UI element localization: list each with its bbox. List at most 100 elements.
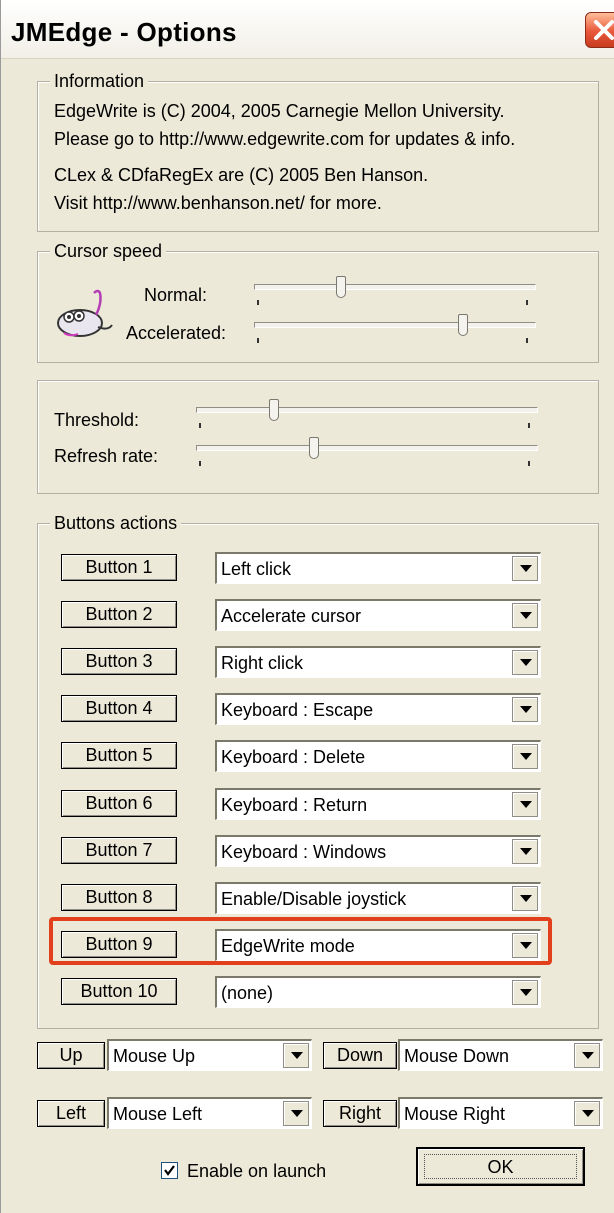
chevron-down-icon — [520, 753, 532, 760]
action-select-value: Right click — [221, 653, 304, 673]
refresh-rate-slider[interactable] — [196, 437, 538, 477]
left-select-value: Mouse Left — [113, 1104, 203, 1124]
chevron-down-icon — [582, 1110, 594, 1117]
chevron-down-icon — [520, 801, 532, 808]
accelerated-label: Accelerated: — [126, 323, 227, 343]
button-4-action-select[interactable]: Keyboard : Escape — [215, 693, 541, 725]
button-1-action-select[interactable]: Left click — [215, 552, 541, 584]
up-select[interactable]: Mouse Up — [107, 1039, 312, 1071]
button-3-action-select[interactable]: Right click — [215, 646, 541, 678]
dropdown-arrow[interactable] — [512, 603, 538, 628]
cursor-speed-legend: Cursor speed — [50, 240, 167, 262]
button-1-label-button[interactable]: Button 1 — [61, 554, 177, 581]
dropdown-arrow[interactable] — [512, 556, 538, 581]
title-bar[interactable]: JMEdge - Options — [1, 0, 614, 59]
info-line-3: CLex & CDfaRegEx are (C) 2005 Ben Hanson… — [54, 165, 429, 185]
chevron-down-icon — [520, 659, 532, 666]
slider-tick — [526, 338, 528, 343]
slider-tick — [199, 423, 201, 428]
cursor-speed-group: Cursor speed Normal: Accelerated: — [37, 240, 599, 363]
highlight-box — [49, 917, 552, 965]
action-select-value: Keyboard : Delete — [221, 747, 366, 767]
chevron-down-icon — [291, 1052, 303, 1059]
slider-track — [254, 284, 536, 290]
slider-thumb[interactable] — [269, 399, 279, 421]
mouse-icon — [52, 287, 116, 343]
up-select-value: Mouse Up — [113, 1046, 196, 1066]
information-group: Information EdgeWrite is (C) 2004, 2005 … — [37, 70, 599, 232]
checkmark-icon — [164, 1165, 175, 1176]
slider-track — [196, 445, 538, 451]
button-2-action-select[interactable]: Accelerate cursor — [215, 599, 541, 631]
chevron-down-icon — [520, 848, 532, 855]
info-line-4: Visit http://www.benhanson.net/ for more… — [54, 193, 382, 213]
dropdown-arrow[interactable] — [512, 650, 538, 675]
action-select-value: Keyboard : Return — [221, 795, 368, 815]
left-dropdown-arrow[interactable] — [283, 1101, 309, 1126]
ok-button-label: OK — [424, 1154, 577, 1179]
button-6-action-select[interactable]: Keyboard : Return — [215, 788, 541, 820]
button-3-label-button[interactable]: Button 3 — [61, 648, 177, 675]
down-button[interactable]: Down — [323, 1042, 397, 1069]
window-title: JMEdge - Options — [11, 17, 237, 47]
right-dropdown-arrow[interactable] — [574, 1101, 600, 1126]
dropdown-arrow[interactable] — [512, 697, 538, 722]
enable-on-launch-label[interactable]: Enable on launch — [187, 1160, 326, 1182]
chevron-down-icon — [582, 1052, 594, 1059]
threshold-group: Threshold: Refresh rate: — [37, 380, 599, 494]
action-select-value: Accelerate cursor — [221, 606, 362, 626]
up-dropdown-arrow[interactable] — [283, 1043, 309, 1068]
button-5-action-select[interactable]: Keyboard : Delete — [215, 740, 541, 772]
dropdown-arrow[interactable] — [512, 744, 538, 769]
slider-tick — [528, 461, 530, 466]
button-8-label-button[interactable]: Button 8 — [61, 884, 177, 911]
chevron-down-icon — [520, 989, 532, 996]
left-select[interactable]: Mouse Left — [107, 1097, 312, 1129]
button-7-action-select[interactable]: Keyboard : Windows — [215, 835, 541, 867]
accelerated-slider[interactable] — [254, 314, 536, 354]
dropdown-arrow[interactable] — [512, 980, 538, 1005]
button-2-label-button[interactable]: Button 2 — [61, 601, 177, 628]
action-select-value: Left click — [221, 559, 292, 579]
dropdown-arrow[interactable] — [512, 839, 538, 864]
left-button[interactable]: Left — [37, 1100, 105, 1127]
close-button[interactable] — [585, 12, 614, 48]
slider-tick — [526, 300, 528, 305]
right-button[interactable]: Right — [323, 1100, 397, 1127]
slider-tick — [528, 423, 530, 428]
options-window: JMEdge - Options Information EdgeWrite i… — [0, 0, 614, 1213]
buttons-actions-legend: Buttons actions — [50, 512, 182, 534]
right-select[interactable]: Mouse Right — [398, 1097, 603, 1129]
ok-button[interactable]: OK — [417, 1148, 584, 1185]
chevron-down-icon — [520, 895, 532, 902]
slider-tick — [257, 300, 259, 305]
slider-thumb[interactable] — [336, 276, 346, 298]
slider-tick — [199, 461, 201, 466]
chevron-down-icon — [520, 612, 532, 619]
slider-thumb[interactable] — [458, 314, 468, 336]
dropdown-arrow[interactable] — [512, 792, 538, 817]
threshold-label: Threshold: — [54, 410, 140, 430]
button-10-label-button[interactable]: Button 10 — [61, 978, 177, 1005]
button-4-label-button[interactable]: Button 4 — [61, 695, 177, 722]
up-button[interactable]: Up — [37, 1042, 105, 1069]
enable-on-launch-checkbox[interactable] — [161, 1162, 178, 1179]
button-6-label-button[interactable]: Button 6 — [61, 790, 177, 817]
button-10-action-select[interactable]: (none) — [215, 976, 541, 1008]
slider-thumb[interactable] — [309, 437, 319, 459]
refresh-rate-label: Refresh rate: — [54, 446, 159, 466]
info-line-1: EdgeWrite is (C) 2004, 2005 Carnegie Mel… — [54, 101, 505, 121]
normal-slider[interactable] — [254, 276, 536, 316]
dropdown-arrow[interactable] — [512, 886, 538, 911]
down-dropdown-arrow[interactable] — [574, 1043, 600, 1068]
chevron-down-icon — [520, 565, 532, 572]
button-7-label-button[interactable]: Button 7 — [61, 837, 177, 864]
slider-track — [254, 322, 536, 328]
normal-label: Normal: — [144, 285, 208, 305]
button-5-label-button[interactable]: Button 5 — [61, 742, 177, 769]
threshold-slider[interactable] — [196, 399, 538, 439]
button-8-action-select[interactable]: Enable/Disable joystick — [215, 882, 541, 914]
slider-track — [196, 407, 538, 413]
down-select-value: Mouse Down — [404, 1046, 510, 1066]
down-select[interactable]: Mouse Down — [398, 1039, 603, 1071]
